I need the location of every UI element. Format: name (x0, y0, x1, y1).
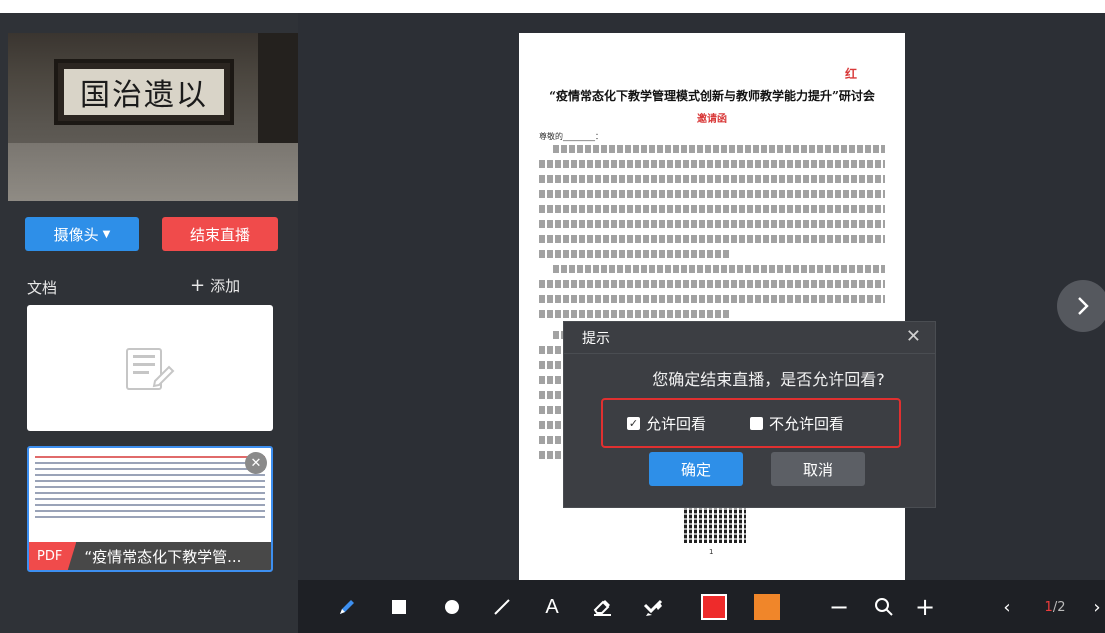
document-greeting: 尊敬的________： (539, 132, 603, 141)
page-indicator: 1/2 (1040, 593, 1070, 621)
confirm-button[interactable]: 确定 (649, 452, 743, 486)
plaque-text: 国治遗以 (64, 69, 224, 115)
next-page-button[interactable] (1057, 280, 1105, 332)
add-document-label: 添加 (210, 277, 241, 295)
rectangle-icon[interactable] (388, 593, 410, 621)
zoom-in-button[interactable]: + (914, 593, 936, 621)
color-swatch-red[interactable] (701, 594, 727, 620)
camera-button-label: 摄像头 (53, 225, 99, 244)
line-icon[interactable] (491, 593, 513, 621)
pdf-badge: PDF (29, 542, 77, 570)
cancel-button[interactable]: 取消 (771, 452, 865, 486)
pdf-thumbnail (35, 452, 265, 544)
chevron-right-icon (1078, 297, 1089, 315)
document-card-footer: PDF “疫情常态化下教学管... (29, 542, 271, 570)
live-class-app: 国治遗以 摄像头 ▼ 结束直播 文档 + 添加 ✕ PDF “疫情常态化下教学管… (0, 13, 1105, 633)
allow-replay-option[interactable]: ✓ 允许回看 (627, 413, 706, 434)
annotation-toolbar: A − + ‹ 1/2 › (298, 580, 1105, 633)
document-logo: 红 (844, 67, 857, 81)
checkbox-unchecked-icon[interactable] (750, 416, 764, 430)
pen-icon[interactable] (336, 593, 358, 621)
camera-shelf (8, 143, 298, 201)
documents-label: 文档 (27, 279, 58, 297)
document-title: “疫情常态化下教学管理模式创新与教师教学能力提升”研讨会 (549, 89, 875, 103)
deny-replay-option[interactable]: 不允许回看 (750, 413, 844, 434)
close-icon[interactable]: ✕ (906, 326, 921, 347)
text-tool-icon[interactable]: A (541, 593, 563, 621)
current-page: 1 (1044, 599, 1053, 615)
replay-options: ✓ 允许回看 不允许回看 (601, 398, 901, 448)
clear-all-icon[interactable] (641, 593, 665, 621)
document-subtitle: 邀请函 (697, 114, 727, 125)
allow-replay-label: 允许回看 (646, 414, 707, 433)
zoom-out-button[interactable]: − (828, 593, 850, 621)
calligraphy-plaque: 国治遗以 (54, 59, 234, 125)
add-document-button[interactable]: + 添加 (190, 275, 240, 296)
next-page-small-button[interactable]: › (1090, 593, 1104, 621)
document-card-pdf[interactable]: ✕ PDF “疫情常态化下教学管... (27, 446, 273, 572)
dialog-header: 提示 (564, 322, 935, 354)
checkbox-checked-icon[interactable]: ✓ (627, 416, 640, 430)
eraser-icon[interactable] (590, 593, 614, 621)
document-page-number: 1 (709, 548, 714, 556)
plus-icon: + (190, 275, 206, 296)
color-swatch-orange[interactable] (754, 594, 780, 620)
document-name: “疫情常态化下教学管... (84, 547, 242, 566)
end-live-button[interactable]: 结束直播 (162, 217, 278, 251)
left-panel: 国治遗以 摄像头 ▼ 结束直播 文档 + 添加 ✕ PDF “疫情常态化下教学管… (0, 13, 298, 633)
total-pages: /2 (1052, 599, 1066, 615)
document-card-empty[interactable] (27, 305, 273, 431)
document-placeholder-icon (126, 348, 175, 390)
prev-page-button[interactable]: ‹ (998, 593, 1016, 621)
close-icon[interactable]: ✕ (245, 452, 267, 474)
dialog-message: 您确定结束直播，是否允许回看? (652, 370, 885, 389)
camera-button[interactable]: 摄像头 ▼ (25, 217, 139, 251)
camera-preview: 国治遗以 (8, 33, 298, 201)
zoom-icon[interactable] (873, 593, 895, 621)
deny-replay-label: 不允许回看 (769, 414, 845, 433)
end-live-dialog: 提示 ✕ 您确定结束直播，是否允许回看? ✓ 允许回看 不允许回看 确定 取消 (563, 321, 936, 508)
caret-down-icon: ▼ (102, 228, 111, 240)
circle-icon[interactable] (441, 593, 463, 621)
dialog-title: 提示 (582, 330, 610, 347)
